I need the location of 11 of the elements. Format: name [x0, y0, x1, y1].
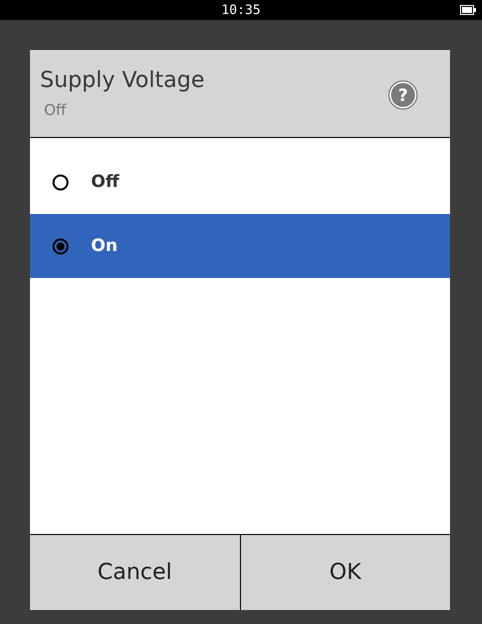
option-row[interactable]: Off [30, 150, 450, 214]
radio-icon [52, 238, 69, 254]
radio-icon [52, 174, 69, 190]
clock-time: 10:35 [221, 2, 261, 18]
option-row[interactable]: On [30, 214, 450, 278]
option-label: On [91, 236, 118, 256]
option-label: Off [91, 172, 120, 192]
current-value: Off [44, 101, 66, 119]
dialog-title: Supply Voltage [40, 68, 206, 93]
battery-icon [460, 5, 476, 15]
help-icon[interactable]: ? [388, 80, 418, 110]
